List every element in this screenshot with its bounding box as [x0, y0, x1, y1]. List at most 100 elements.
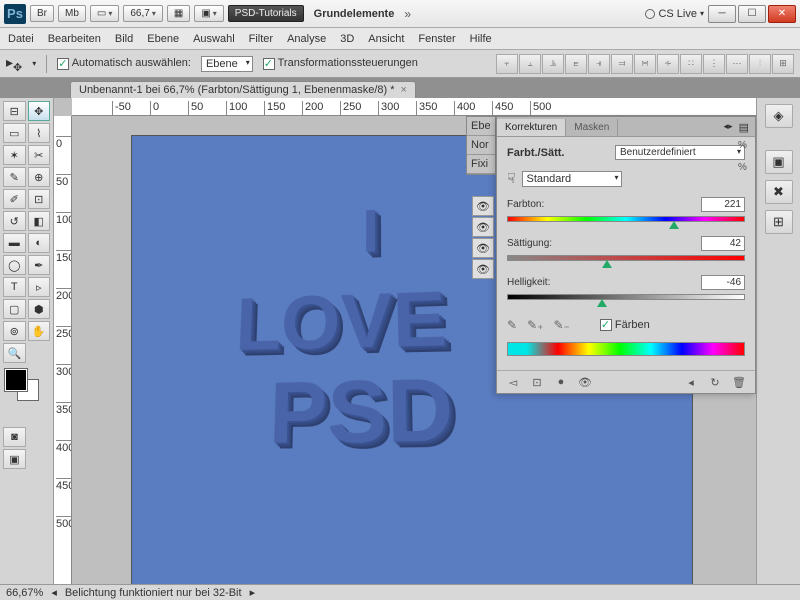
layer-eye-icon[interactable]: 👁: [472, 196, 494, 216]
screenmode-toggle[interactable]: ▣: [3, 449, 26, 469]
vertical-ruler[interactable]: 050100150200250300350400450500: [54, 116, 72, 584]
distribute-3-icon[interactable]: ∷: [680, 54, 702, 74]
clipped-blend-mode[interactable]: Nor: [467, 136, 495, 155]
3d-camera-tool[interactable]: ⊚: [3, 321, 26, 341]
screen-mode-dropdown[interactable]: ▭: [90, 5, 119, 22]
history-brush-tool[interactable]: ↺: [3, 211, 26, 231]
menu-bild[interactable]: Bild: [115, 33, 133, 45]
tab-masken[interactable]: Masken: [566, 119, 618, 136]
path-select-tool[interactable]: ▹: [28, 277, 51, 297]
history-dock-icon[interactable]: ⊞: [765, 210, 793, 234]
distribute-4-icon[interactable]: ⋮: [703, 54, 725, 74]
tab-korrekturen[interactable]: Korrekturen: [497, 119, 566, 136]
saturation-slider[interactable]: [507, 255, 745, 265]
eyedropper-subtract-icon[interactable]: ✎₋: [553, 318, 569, 332]
color-swatches[interactable]: [3, 369, 50, 407]
hand-tool[interactable]: ✋: [28, 321, 51, 341]
dodge-tool[interactable]: ◯: [3, 255, 26, 275]
menu-ansicht[interactable]: Ansicht: [368, 33, 404, 45]
hand-icon[interactable]: ☟: [507, 170, 516, 187]
crop-tool[interactable]: ✂: [28, 145, 51, 165]
eyedropper-add-icon[interactable]: ✎₊: [527, 318, 543, 332]
distribute-2-icon[interactable]: ∻: [657, 54, 679, 74]
layer-eye-icon[interactable]: 👁: [472, 238, 494, 258]
adjustments-dock-icon[interactable]: ▣: [765, 150, 793, 174]
close-tab-icon[interactable]: ×: [401, 84, 407, 96]
align-left-icon[interactable]: ⫢: [565, 54, 587, 74]
clipped-tab-ebenen[interactable]: Ebe: [467, 117, 495, 136]
auto-select-target-dropdown[interactable]: Ebene: [201, 56, 253, 72]
menu-filter[interactable]: Filter: [249, 33, 273, 45]
eyedropper-tool[interactable]: ✎: [3, 167, 26, 187]
brush-tool[interactable]: ✐: [3, 189, 26, 209]
collapse-toolbox-icon[interactable]: ⊟: [3, 101, 26, 121]
cslive-button[interactable]: CS Live▾: [645, 8, 704, 20]
hue-value-input[interactable]: 221: [701, 197, 745, 212]
previous-state-icon[interactable]: ◂: [683, 375, 699, 389]
document-tab[interactable]: Unbenannt-1 bei 66,7% (Farbton/Sättigung…: [70, 81, 416, 98]
gradient-tool[interactable]: ▬: [3, 233, 26, 253]
return-to-list-icon[interactable]: ◅: [505, 375, 521, 389]
menu-fenster[interactable]: Fenster: [418, 33, 455, 45]
stamp-tool[interactable]: ⊡: [28, 189, 51, 209]
auto-align-icon[interactable]: ⊞: [772, 54, 794, 74]
lightness-slider[interactable]: [507, 294, 745, 304]
eyedropper-icon[interactable]: ✎: [507, 318, 517, 332]
shape-tool[interactable]: ▢: [3, 299, 26, 319]
lightness-value-input[interactable]: -46: [701, 275, 745, 290]
expand-view-icon[interactable]: ⊡: [529, 375, 545, 389]
eraser-tool[interactable]: ◧: [28, 211, 51, 231]
zoom-level-dropdown[interactable]: 66,7: [123, 5, 162, 22]
clip-to-layer-icon[interactable]: ●: [553, 375, 569, 389]
channel-dropdown[interactable]: Standard: [522, 171, 622, 187]
layer-eye-icon[interactable]: 👁: [472, 217, 494, 237]
workspace-tutorials-tab[interactable]: PSD-Tutorials: [228, 5, 304, 22]
healing-tool[interactable]: ⊕: [28, 167, 51, 187]
status-nav-left-icon[interactable]: ◂: [51, 586, 57, 599]
hue-slider[interactable]: [507, 216, 745, 226]
delete-adjustment-icon[interactable]: 🗑: [731, 375, 747, 389]
close-button[interactable]: ✕: [768, 5, 796, 23]
bridge-button[interactable]: Br: [30, 5, 54, 22]
maximize-button[interactable]: ☐: [738, 5, 766, 23]
toggle-visibility-icon[interactable]: 👁: [577, 375, 593, 389]
type-tool[interactable]: T: [3, 277, 26, 297]
3d-tool[interactable]: ⬢: [28, 299, 51, 319]
menu-hilfe[interactable]: Hilfe: [470, 33, 492, 45]
align-vcenter-icon[interactable]: ⫠: [519, 54, 541, 74]
colorize-checkbox[interactable]: Färben: [600, 319, 650, 331]
move-tool[interactable]: ✥: [28, 101, 51, 121]
zoom-tool[interactable]: 🔍: [3, 343, 26, 363]
menu-bearbeiten[interactable]: Bearbeiten: [48, 33, 101, 45]
status-nav-right-icon[interactable]: ▸: [250, 586, 256, 599]
menu-datei[interactable]: Datei: [8, 33, 34, 45]
arrange-docs-dropdown[interactable]: ▣: [194, 5, 223, 22]
tools-dock-icon[interactable]: ✖: [765, 180, 793, 204]
marquee-tool[interactable]: ▭: [3, 123, 26, 143]
status-zoom[interactable]: 66,67%: [6, 587, 43, 599]
workspace-name[interactable]: Grundelemente: [308, 6, 401, 22]
blur-tool[interactable]: ◐: [28, 233, 51, 253]
auto-select-checkbox[interactable]: Automatisch auswählen:: [57, 57, 191, 69]
align-bottom-icon[interactable]: ⫡: [542, 54, 564, 74]
minimize-button[interactable]: ─: [708, 5, 736, 23]
pen-tool[interactable]: ✒: [28, 255, 51, 275]
align-hcenter-icon[interactable]: ⫣: [588, 54, 610, 74]
saturation-value-input[interactable]: 42: [701, 236, 745, 251]
preset-dropdown[interactable]: Benutzerdefiniert: [615, 145, 745, 160]
foreground-color-swatch[interactable]: [5, 369, 27, 391]
distribute-1-icon[interactable]: ∺: [634, 54, 656, 74]
horizontal-ruler[interactable]: -50050100150200250300350400450500: [72, 98, 756, 116]
transform-controls-checkbox[interactable]: Transformationssteuerungen: [263, 57, 418, 69]
more-workspaces-icon[interactable]: »: [404, 7, 411, 21]
panel-menu-icon[interactable]: ▤: [739, 121, 749, 134]
align-right-icon[interactable]: ⫤: [611, 54, 633, 74]
reset-icon[interactable]: ↻: [707, 375, 723, 389]
menu-3d[interactable]: 3D: [340, 33, 354, 45]
align-top-icon[interactable]: ⫟: [496, 54, 518, 74]
view-extras-button[interactable]: ▦: [167, 5, 190, 22]
distribute-5-icon[interactable]: ⋯: [726, 54, 748, 74]
minibridge-button[interactable]: Mb: [58, 5, 86, 22]
menu-auswahl[interactable]: Auswahl: [193, 33, 235, 45]
distribute-6-icon[interactable]: ⫶: [749, 54, 771, 74]
